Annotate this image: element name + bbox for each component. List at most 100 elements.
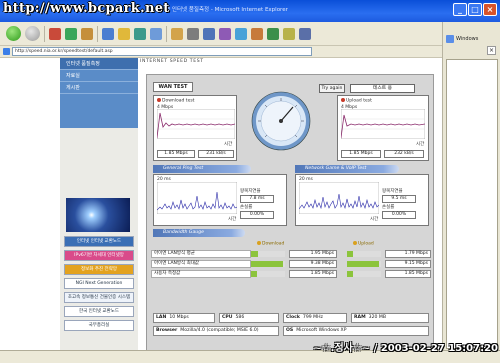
os-info: OS Microsoft Windows XP bbox=[283, 326, 429, 336]
ram-info: RAM 320 MB bbox=[351, 313, 429, 323]
browser-toolbar bbox=[0, 22, 500, 46]
space-banner-image[interactable] bbox=[66, 198, 130, 232]
bandwidth-download-header: Download bbox=[257, 241, 284, 247]
edit-icon[interactable] bbox=[203, 27, 215, 40]
dot-icon bbox=[353, 241, 357, 245]
ping-loss-label: 손실률 bbox=[240, 205, 253, 210]
sidebar-link-building-cert[interactable]: 초고속 정보통신 건물인증 시스템 bbox=[64, 292, 134, 303]
left-blank-area bbox=[0, 58, 60, 350]
upload-mbps: 1.85 Mbps bbox=[341, 150, 381, 158]
download-bar bbox=[251, 261, 285, 267]
download-graph bbox=[157, 109, 235, 139]
page-title: INTERNET SPEED TEST bbox=[140, 59, 204, 64]
toolbar-separator bbox=[166, 25, 167, 42]
tab-wan-test[interactable]: WAN TEST bbox=[153, 82, 193, 92]
game-section-header: Network Game & VoIP Test bbox=[295, 165, 399, 173]
speedtest-main: WAN TEST Try again 테스트 용 Download test 4… bbox=[138, 66, 442, 354]
upload-panel: Upload test 4 Mbps 시간 1.85 Mbps 232 kB/s bbox=[337, 95, 429, 161]
bandwidth-row-label: 아이엔 LAN방식 평균 bbox=[151, 250, 251, 258]
ping-loss-value: 0.00% bbox=[240, 211, 274, 219]
ping-latency-label: 왕복지연율 bbox=[240, 189, 261, 194]
forward-icon[interactable] bbox=[25, 26, 40, 41]
favorites-icon[interactable] bbox=[118, 27, 130, 40]
game-axis-unit: 시간 bbox=[370, 217, 379, 222]
history-icon[interactable] bbox=[150, 27, 162, 40]
side-panel-close-button[interactable]: × bbox=[487, 46, 496, 55]
download-bar bbox=[251, 271, 285, 277]
download-axis-unit: 시간 bbox=[224, 142, 233, 147]
sidebar-link-ix[interactable]: 인터넷 인터넷 교환노드 bbox=[64, 236, 134, 247]
nav-item-board[interactable]: 게시판 bbox=[60, 82, 138, 94]
upload-graph bbox=[341, 109, 425, 139]
upload-bar-fill bbox=[347, 261, 379, 267]
download-panel: Download test 4 Mbps 시간 1.85 Mbps 231 kB… bbox=[153, 95, 237, 161]
bandwidth-upload-header: Upload bbox=[353, 241, 374, 247]
windows-icon bbox=[446, 35, 454, 43]
folder-icon[interactable] bbox=[283, 27, 295, 40]
maximize-button[interactable]: □ bbox=[468, 3, 482, 16]
address-bar: http://speed.nia.or.kr/speedtest/default… bbox=[0, 46, 500, 58]
messenger-icon[interactable] bbox=[235, 27, 247, 40]
side-panel-title: Windows bbox=[456, 36, 479, 42]
nav-item-library[interactable]: 자료실 bbox=[60, 70, 138, 82]
stop-icon[interactable] bbox=[49, 27, 61, 40]
lan-info: LAN 10 Mbps bbox=[153, 313, 215, 323]
try-again-button[interactable]: Try again bbox=[319, 84, 345, 93]
download-bar bbox=[251, 251, 285, 257]
back-icon[interactable] bbox=[6, 26, 21, 41]
discuss-icon[interactable] bbox=[219, 27, 231, 40]
page-icon bbox=[3, 48, 10, 55]
bandwidth-row-label: 사용자 측정값 bbox=[151, 270, 251, 278]
game-latency-value: 9.5 ms bbox=[382, 195, 416, 203]
side-panel-header: Windows bbox=[443, 32, 500, 46]
page-content: 인터넷 품질측정 자료실 게시판 인터넷 인터넷 교환노드 IPv6기반 차세대… bbox=[0, 58, 442, 354]
explorer-side-panel: Windows × bbox=[442, 22, 500, 352]
server-name-field[interactable]: 테스트 용 bbox=[350, 84, 415, 93]
upload-kbs: 232 kB/s bbox=[384, 150, 424, 158]
timestamp-overlay: ~☆.정사☆~ / 2003-02-27 15:07:20 bbox=[313, 343, 498, 354]
tool-icon[interactable] bbox=[267, 27, 279, 40]
sidebar-link-strategy[interactable]: 정보화 추진 전략망 bbox=[64, 264, 134, 275]
dot-icon bbox=[257, 241, 261, 245]
upload-value: 1.79 Mbps bbox=[385, 250, 431, 258]
mail-icon[interactable] bbox=[171, 27, 183, 40]
search-icon[interactable] bbox=[102, 27, 114, 40]
refresh-icon[interactable] bbox=[65, 27, 77, 40]
bandwidth-row: 아이엔 LAN방식 평균 1.95 Mbps 1.79 Mbps bbox=[151, 250, 431, 258]
upload-bar bbox=[347, 261, 381, 267]
upload-title: Upload test bbox=[341, 98, 372, 104]
bandwidth-section-header: Bandwidth Gauge bbox=[153, 229, 245, 237]
upload-bar-fill bbox=[347, 251, 354, 257]
side-panel-body bbox=[446, 59, 498, 349]
watermark-text: http://www.bcpark.net bbox=[3, 1, 170, 16]
media-icon[interactable] bbox=[134, 27, 146, 40]
download-value: 9.38 Mbps bbox=[289, 260, 337, 268]
ping-latency-value: 7.8 ms bbox=[240, 195, 274, 203]
sidebar-link-ipv6[interactable]: IPv6기반 차세대 인터넷망 bbox=[64, 250, 134, 261]
game-latency-label: 왕복지연율 bbox=[382, 189, 403, 194]
bandwidth-row-label: 아이엔 LAN방식 최대값 bbox=[151, 260, 251, 268]
ping-graph bbox=[157, 182, 237, 214]
home-icon[interactable] bbox=[81, 27, 93, 40]
sidebar-link-pm-office[interactable]: 국무총리실 bbox=[64, 320, 134, 331]
download-bar-fill bbox=[251, 261, 284, 267]
upload-axis-unit: 시간 bbox=[416, 142, 425, 147]
sidebar-link-kix[interactable]: 한국 인터넷 교환노드 bbox=[64, 306, 134, 317]
download-value: 1.85 Mbps bbox=[289, 270, 337, 278]
game-panel: 20 ms 왕복지연율 9.5 ms 손실률 0.00% 시간 bbox=[295, 174, 429, 226]
upload-bar bbox=[347, 271, 381, 277]
game-graph bbox=[299, 182, 379, 214]
print-icon[interactable] bbox=[187, 27, 199, 40]
nav-item-speedtest[interactable]: 인터넷 품질측정 bbox=[60, 58, 138, 70]
upload-bar-fill bbox=[347, 271, 354, 277]
research-icon[interactable] bbox=[251, 27, 263, 40]
ping-panel: 20 ms 왕복지연율 7.8 ms 손실률 0.00% 시간 bbox=[153, 174, 287, 226]
window-icon[interactable] bbox=[299, 27, 311, 40]
address-input[interactable]: http://speed.nia.or.kr/speedtest/default… bbox=[12, 47, 312, 56]
red-dot-icon bbox=[341, 98, 345, 102]
close-button[interactable]: × bbox=[483, 3, 497, 16]
game-loss-label: 손실률 bbox=[382, 205, 395, 210]
sidebar-link-ngi[interactable]: NGI Next Generation bbox=[64, 278, 134, 289]
ping-axis-unit: 시간 bbox=[228, 217, 237, 222]
minimize-button[interactable]: _ bbox=[453, 3, 467, 16]
